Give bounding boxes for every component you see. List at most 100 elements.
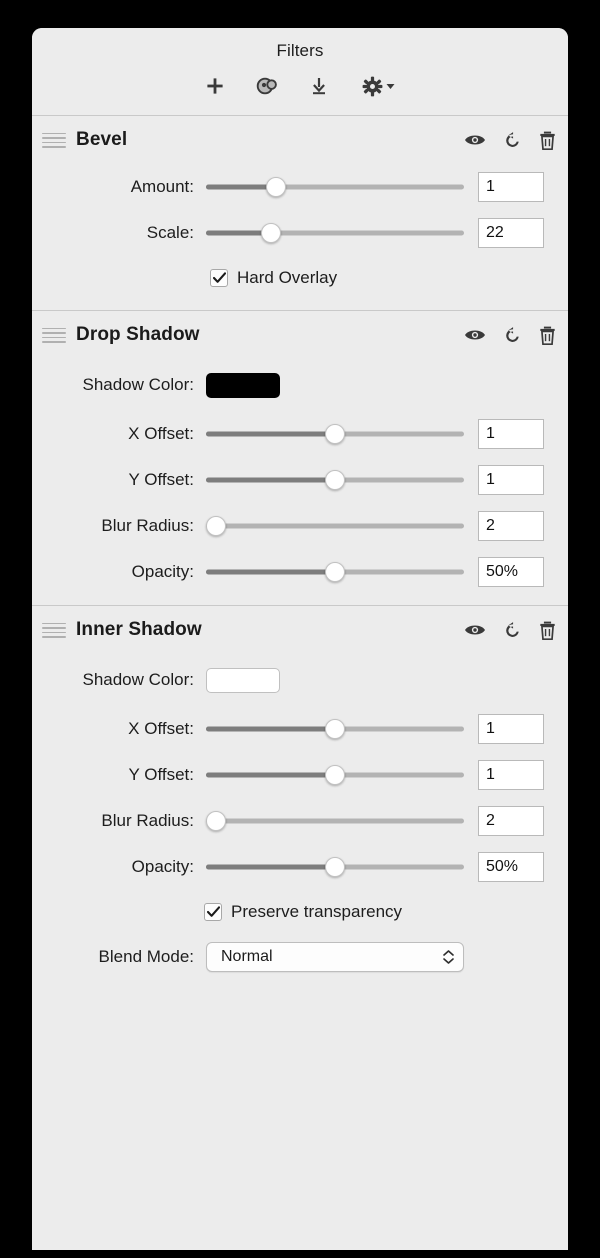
slider-control[interactable] xyxy=(206,856,464,878)
slider-knob[interactable] xyxy=(325,719,345,739)
slider-knob[interactable] xyxy=(260,223,281,243)
chevron-down-icon xyxy=(386,83,394,89)
section-title: Drop Shadow xyxy=(76,324,200,345)
slider-knob[interactable] xyxy=(206,516,227,536)
slider-value-input[interactable]: 1 xyxy=(478,419,544,449)
slider-fill xyxy=(206,864,335,870)
filter-section: Drop Shadow Shadow Color: X Offset: 1 Y … xyxy=(32,311,568,606)
slider-label: X Offset: xyxy=(128,719,194,738)
color-filter-button[interactable] xyxy=(252,73,282,99)
section-header: Inner Shadow xyxy=(32,606,568,654)
toggle-visibility-button[interactable] xyxy=(464,327,486,343)
page-title: Filters xyxy=(276,41,324,60)
eye-icon xyxy=(465,330,485,340)
slider-value-input[interactable]: 1 xyxy=(478,760,544,790)
slider-control[interactable] xyxy=(206,222,464,244)
slider-control[interactable] xyxy=(206,718,464,740)
delete-button[interactable] xyxy=(539,326,556,345)
sections-container: Bevel Amount: 1 Scale: 22 Hard Overlay D… xyxy=(32,116,568,990)
eye-icon xyxy=(465,625,485,635)
checkmark-icon xyxy=(212,272,226,283)
settings-button[interactable] xyxy=(356,73,400,99)
blend-mode-label: Blend Mode: xyxy=(98,947,194,966)
slider-value-input[interactable]: 1 xyxy=(478,714,544,744)
slider-knob[interactable] xyxy=(325,857,345,877)
slider-control[interactable] xyxy=(206,515,464,537)
shadow-color-swatch[interactable] xyxy=(206,372,280,398)
slider-control[interactable] xyxy=(206,810,464,832)
slider-knob[interactable] xyxy=(325,424,345,444)
eye-icon xyxy=(465,135,485,145)
slider-value-input[interactable]: 2 xyxy=(478,511,544,541)
slider-row: Blur Radius: 2 xyxy=(32,503,568,549)
checkbox-row: Preserve transparency xyxy=(32,890,568,934)
slider-value-input[interactable]: 50% xyxy=(478,852,544,882)
shadow-color-swatch[interactable] xyxy=(206,667,280,693)
blend-mode-row: Blend Mode: Normal xyxy=(32,934,568,980)
drag-handle-icon[interactable] xyxy=(42,326,66,344)
blend-mode-select[interactable]: Normal xyxy=(206,942,464,972)
section-header: Drop Shadow xyxy=(32,311,568,359)
slider-label: Opacity: xyxy=(131,562,194,581)
slider-control[interactable] xyxy=(206,561,464,583)
toggle-visibility-button[interactable] xyxy=(464,622,486,638)
reset-arrow-icon xyxy=(506,326,519,342)
slider-knob[interactable] xyxy=(206,811,227,831)
slider-value-input[interactable]: 22 xyxy=(478,218,544,248)
slider-fill xyxy=(206,569,335,575)
slider-row: Y Offset: 1 xyxy=(32,752,568,798)
drag-handle-icon[interactable] xyxy=(42,621,66,639)
drag-handle-icon[interactable] xyxy=(42,131,66,149)
slider-control[interactable] xyxy=(206,469,464,491)
checkbox-control[interactable]: Hard Overlay xyxy=(210,268,337,288)
slider-value-input[interactable]: 1 xyxy=(478,172,544,202)
slider-knob[interactable] xyxy=(325,470,345,490)
slider-fill xyxy=(206,477,335,483)
slider-row: Blur Radius: 2 xyxy=(32,798,568,844)
reset-button[interactable] xyxy=(503,131,522,150)
download-button[interactable] xyxy=(304,73,334,99)
checkmark-icon xyxy=(206,906,220,917)
toggle-visibility-button[interactable] xyxy=(464,132,486,148)
checkbox-box[interactable] xyxy=(204,903,222,921)
section-actions xyxy=(464,326,556,345)
add-filter-button[interactable] xyxy=(200,73,230,99)
shadow-color-label: Shadow Color: xyxy=(82,375,194,394)
checkbox-box[interactable] xyxy=(210,269,228,287)
trash-icon xyxy=(540,131,555,150)
slider-row: Opacity: 50% xyxy=(32,549,568,595)
plus-icon xyxy=(207,78,223,94)
slider-knob[interactable] xyxy=(325,765,345,785)
slider-track xyxy=(206,818,464,824)
delete-button[interactable] xyxy=(539,131,556,150)
section-header: Bevel xyxy=(32,116,568,164)
slider-control[interactable] xyxy=(206,176,464,198)
slider-label: Scale: xyxy=(146,223,194,242)
slider-knob[interactable] xyxy=(325,562,345,582)
slider-fill xyxy=(206,431,335,437)
slider-row: X Offset: 1 xyxy=(32,706,568,752)
slider-value-input[interactable]: 2 xyxy=(478,806,544,836)
slider-control[interactable] xyxy=(206,764,464,786)
reset-button[interactable] xyxy=(503,621,522,640)
slider-label: Y Offset: xyxy=(128,470,194,489)
slider-control[interactable] xyxy=(206,423,464,445)
download-icon xyxy=(313,78,325,95)
shadow-color-row: Shadow Color: xyxy=(32,359,568,411)
slider-fill xyxy=(206,772,335,778)
slider-knob[interactable] xyxy=(265,177,286,197)
slider-row: Scale: 22 xyxy=(32,210,568,256)
toolbar xyxy=(32,73,568,99)
checkbox-control[interactable]: Preserve transparency xyxy=(204,902,402,922)
slider-value-input[interactable]: 1 xyxy=(478,465,544,495)
slider-value-input[interactable]: 50% xyxy=(478,557,544,587)
filter-section: Bevel Amount: 1 Scale: 22 Hard Overlay xyxy=(32,116,568,311)
section-title: Bevel xyxy=(76,129,128,150)
slider-fill xyxy=(206,726,335,732)
slider-label: Opacity: xyxy=(131,857,194,876)
reset-button[interactable] xyxy=(503,326,522,345)
slider-row: Amount: 1 xyxy=(32,164,568,210)
delete-button[interactable] xyxy=(539,621,556,640)
section-actions xyxy=(464,131,556,150)
trash-icon xyxy=(540,326,555,345)
